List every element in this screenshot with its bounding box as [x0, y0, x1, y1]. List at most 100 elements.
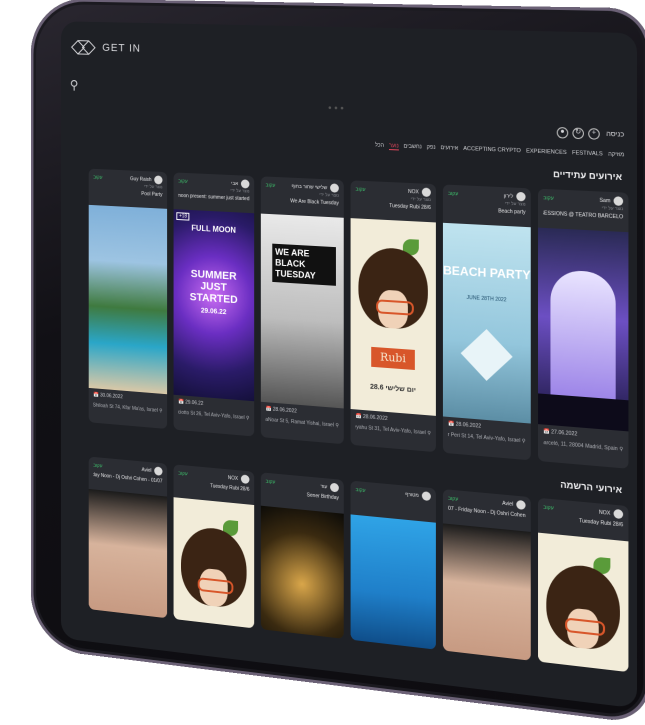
organizer-name[interactable]: שלישי שחור בחוף	[291, 183, 327, 191]
organizer-avatar[interactable]	[330, 482, 339, 493]
organizer-name[interactable]: אבי	[231, 180, 238, 186]
organizer-avatar[interactable]	[516, 191, 526, 202]
event-date: 📅 29.06.22	[178, 398, 204, 407]
event-poster[interactable]	[442, 523, 531, 661]
event-poster[interactable]	[260, 505, 344, 639]
organizer-avatar[interactable]	[240, 474, 250, 485]
organizer-name[interactable]: עוד	[320, 483, 327, 490]
organizer-avatar[interactable]	[613, 508, 624, 520]
organizer-avatar[interactable]	[421, 491, 431, 502]
event-title[interactable]: Tuesday Rubi 28/6	[355, 201, 431, 211]
event-card[interactable]: AvielעקובOpen Air 01/07 - Friday Noon - …	[442, 489, 531, 661]
organizer-avatar[interactable]	[154, 466, 163, 476]
diamond-shape	[460, 329, 513, 381]
event-title[interactable]: Full moon present: summer just started	[178, 193, 249, 202]
event-title[interactable]: We Are Black Tuesday	[266, 197, 339, 206]
event-poster[interactable]: Rubi יום שלישי 28.6	[350, 218, 436, 416]
login-link[interactable]: כניסה	[606, 130, 624, 138]
poster-subtitle: יום שלישי 28.6	[370, 383, 416, 395]
organizer-avatar[interactable]	[240, 179, 250, 189]
organizer-name[interactable]: Aviel	[502, 500, 513, 507]
menu-item[interactable]: נוער	[389, 142, 399, 150]
brand-name: GET IN	[102, 42, 141, 55]
age-badge: +18	[176, 212, 190, 221]
organizer-avatar[interactable]	[154, 175, 163, 185]
event-date: 📅 27.06.2022	[543, 428, 578, 438]
follow-button[interactable]: עקוב	[448, 190, 458, 197]
event-card[interactable]: לירון עקוב נוצר על ידי Beach party BEACH PAR…	[442, 184, 531, 461]
event-card[interactable]: Guy Raish עקוב נוצר על ידי Pool Party 📅 30.0…	[88, 168, 168, 429]
event-title[interactable]: Pool Party	[93, 189, 162, 198]
follow-button[interactable]: עקוב	[178, 470, 187, 477]
calendar-icon: 📅	[355, 413, 362, 420]
event-title[interactable]: Beach party	[448, 206, 525, 215]
add-icon[interactable]: +	[588, 127, 600, 140]
event-poster[interactable]	[538, 227, 629, 432]
menu-item[interactable]: מוזיקה	[608, 152, 624, 159]
poster-title: Rubi	[371, 346, 415, 371]
app-screen: GET IN ⚲ • • • כניסה ● ↻ + מוזיקה FESTIVA…	[60, 21, 637, 709]
menu-item[interactable]: נחשבים	[404, 144, 422, 151]
event-card[interactable]: NOX עקוב נוצר על ידי Tuesday Rubi 28/6 Rubi י…	[350, 180, 436, 453]
event-card[interactable]: מטורף עקוב	[350, 480, 436, 650]
event-poster[interactable]	[88, 488, 168, 619]
organizer-name[interactable]: NOX	[599, 509, 610, 516]
menu-item[interactable]: FESTIVALS	[572, 150, 603, 157]
organizer-name[interactable]: Guy Raish	[130, 176, 151, 183]
menu-item[interactable]: אירועים	[441, 145, 459, 152]
event-poster[interactable]: FULL MOON SUMMER JUST STARTED 29.06.22 +18	[173, 209, 255, 402]
menu-item[interactable]: ACCEPTING CRYPTO	[463, 146, 521, 154]
organizer-name[interactable]: NOX	[228, 475, 238, 482]
follow-button[interactable]: עקוב	[543, 195, 554, 202]
event-poster[interactable]: WE ARE BLACK TUESDAY	[260, 213, 344, 409]
event-card[interactable]: Aviel עקוב 01/07 - Friday Noon - Dj Oshri …	[88, 456, 168, 619]
event-card[interactable]: אביעקובנוצר על ידיFull moon present: sum…	[173, 172, 255, 437]
organizer-name[interactable]: Sam	[599, 197, 610, 204]
event-card[interactable]: עוד עקוב Sener Birthday	[260, 472, 344, 639]
follow-button[interactable]: עקוב	[266, 478, 276, 485]
location-pin-icon: ⚲	[245, 415, 250, 422]
event-card[interactable]: שלישי שחור בחוף עקוב נוצר על ידי We Are Bla…	[260, 176, 344, 445]
organizer-name[interactable]: לירון	[504, 193, 513, 200]
event-poster[interactable]	[350, 514, 436, 650]
organizer-avatar[interactable]	[613, 196, 624, 207]
organizer-avatar[interactable]	[516, 499, 526, 510]
follow-button[interactable]: עקוב	[543, 504, 554, 511]
follow-button[interactable]: עקוב	[266, 182, 276, 188]
organizer-avatar[interactable]	[330, 183, 339, 193]
event-date: 📅 28.06.2022	[447, 420, 482, 430]
people-silhouettes	[268, 312, 336, 396]
location-pin-icon: ⚲	[159, 408, 163, 415]
follow-button[interactable]: עקוב	[448, 495, 458, 502]
event-poster[interactable]	[88, 204, 168, 395]
event-card[interactable]: NOX עקוב Tuesday Rubi 28/6	[173, 464, 255, 629]
event-date: 📅 28.06.2022	[355, 413, 388, 423]
follow-button[interactable]: עקוב	[178, 178, 187, 184]
event-card[interactable]: NOX עקוב Tuesday Rubi 28/6	[538, 497, 629, 673]
follow-button[interactable]: עקוב	[93, 174, 102, 180]
menu-item[interactable]: EXPERIENCES	[526, 148, 567, 156]
calendar-icon: 📅	[543, 428, 550, 436]
event-poster[interactable]	[173, 497, 255, 629]
menu-item[interactable]: נפק	[427, 145, 436, 151]
organizer-name[interactable]: NOX	[408, 188, 419, 195]
menu-item[interactable]: הכל	[375, 143, 384, 149]
follow-button[interactable]: עקוב	[93, 462, 102, 469]
event-poster[interactable]	[538, 532, 629, 673]
getin-logo-icon[interactable]	[70, 38, 97, 58]
event-title[interactable]: SUMMER SESSIONS @ TEATRO BARCELO	[543, 210, 623, 220]
event-card-header: Samעקובנוצר על ידיSUMMER SESSIONS @ TEAT…	[538, 189, 628, 232]
follow-button[interactable]: עקוב	[355, 487, 365, 494]
organizer-name[interactable]: מטורף	[405, 491, 419, 498]
user-icon[interactable]: ●	[556, 126, 569, 139]
search-icon[interactable]: ⚲	[70, 77, 79, 92]
follow-button[interactable]: עקוב	[355, 186, 365, 192]
event-poster[interactable]: BEACH PARTY JUNE 28TH 2022	[442, 222, 531, 424]
event-card-header: לירון עקוב נוצר על ידי Beach party	[443, 184, 531, 227]
organizer-avatar[interactable]	[421, 187, 431, 198]
event-card[interactable]: Samעקובנוצר על ידיSUMMER SESSIONS @ TEAT…	[538, 188, 629, 469]
calendar-icon: 📅	[447, 420, 455, 428]
organizer-name[interactable]: Aviel	[142, 467, 152, 474]
tablet-frame: GET IN ⚲ • • • כניסה ● ↻ + מוזיקה FESTIVA…	[30, 0, 645, 725]
refresh-icon[interactable]: ↻	[572, 126, 584, 139]
